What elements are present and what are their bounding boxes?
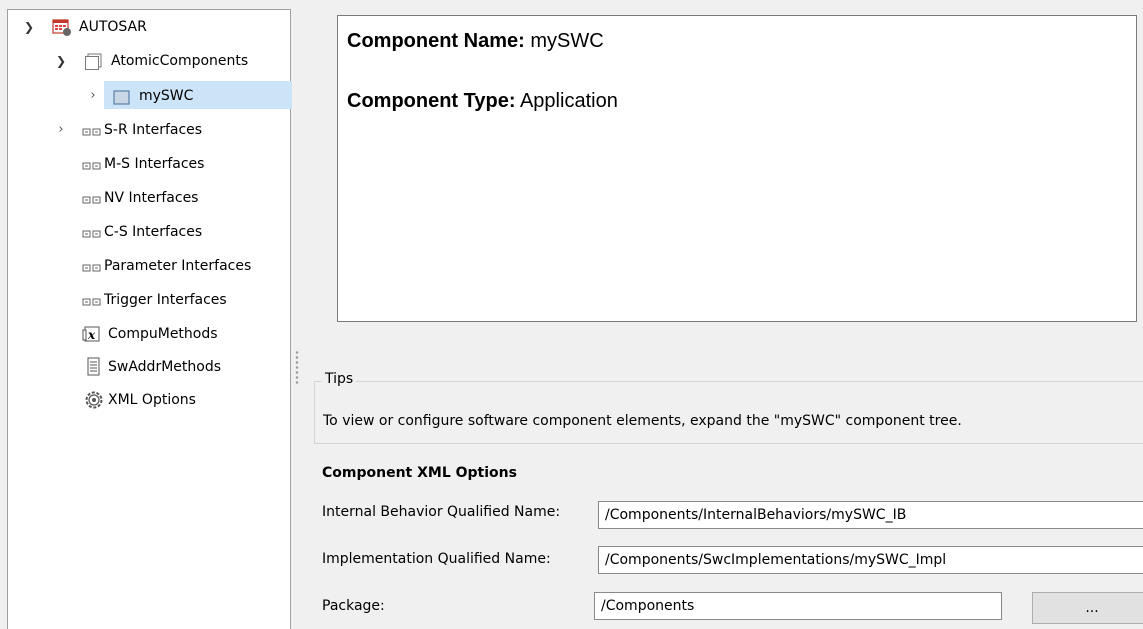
tree-node-label: mySWC [139, 88, 194, 104]
component-name-label: Component Name: [347, 30, 525, 52]
implementation-label: Implementation Qualified Name: [322, 551, 551, 567]
package-icon [84, 53, 102, 70]
tree-node-parameter-interfaces[interactable]: Parameter Interfaces [82, 252, 292, 280]
document-icon [86, 357, 104, 376]
tree-node-label: Parameter Interfaces [104, 258, 252, 274]
xml-options-title: Component XML Options [322, 465, 517, 481]
component-icon [113, 88, 131, 105]
chevron-right-icon[interactable]: › [86, 82, 100, 110]
tree-node-label: Trigger Interfaces [104, 292, 227, 308]
component-name-value: mySWC [524, 30, 604, 52]
internal-behavior-input[interactable]: /Components/InternalBehaviors/mySWC_IB [598, 501, 1143, 529]
svg-text:x: x [87, 328, 96, 342]
tree-node-compumethods[interactable]: x CompuMethods [82, 320, 292, 348]
component-summary-panel: Component Name: mySWC Component Type: Ap… [337, 15, 1137, 322]
tree-node-nv-interfaces[interactable]: NV Interfaces [82, 184, 292, 212]
tree-node-sr-interfaces[interactable]: › S-R Interfaces [54, 116, 292, 144]
tree-node-trigger-interfaces[interactable]: Trigger Interfaces [82, 286, 292, 314]
splitter-handle[interactable] [295, 350, 299, 384]
interface-icon [82, 292, 101, 308]
tree-node-swaddrmethods[interactable]: SwAddrMethods [82, 353, 292, 381]
component-name-line: Component Name: mySWC [347, 30, 604, 53]
interface-icon [82, 258, 101, 274]
browse-package-button[interactable]: ... [1032, 592, 1143, 624]
chevron-down-icon[interactable]: ❯ [22, 13, 36, 41]
selection-highlight [104, 81, 292, 109]
tree-node-atomic-components[interactable]: ❯ AtomicComponents [54, 47, 292, 75]
interface-icon [82, 190, 101, 206]
component-type-label: Component Type: [347, 90, 516, 112]
interface-icon [82, 224, 101, 240]
chevron-right-icon[interactable]: › [54, 116, 68, 144]
tree-node-label: S-R Interfaces [104, 122, 203, 138]
tree-node-label: XML Options [108, 392, 196, 408]
tips-group: Tips To view or configure software compo… [314, 371, 1143, 444]
package-label: Package: [322, 598, 385, 614]
tree-node-label: SwAddrMethods [108, 359, 221, 375]
tree-node-autosar[interactable]: ❯ AUTOSAR [22, 13, 292, 41]
tree-node-cs-interfaces[interactable]: C-S Interfaces [82, 218, 292, 246]
gear-icon [84, 390, 103, 409]
interface-icon [82, 122, 101, 138]
tree-node-label: AUTOSAR [79, 19, 147, 35]
tree-node-myswc[interactable]: › mySWC [86, 79, 292, 110]
implementation-input[interactable]: /Components/SwcImplementations/mySWC_Imp… [598, 546, 1143, 574]
tree-node-label: CompuMethods [108, 326, 218, 342]
tree-node-label: NV Interfaces [104, 190, 199, 206]
tree-node-xml-options[interactable]: XML Options [82, 386, 292, 414]
tree-panel: ❯ AUTOSAR ❯ AtomicComponents › mySWC › S… [7, 9, 292, 629]
package-input[interactable]: /Components [594, 592, 1002, 620]
chevron-down-icon[interactable]: ❯ [54, 47, 68, 75]
component-type-value: Application [515, 90, 618, 112]
tree-node-label: AtomicComponents [111, 53, 249, 69]
tree-node-ms-interfaces[interactable]: M-S Interfaces [82, 150, 292, 178]
autosar-app-icon [52, 19, 71, 36]
tree-node-label: C-S Interfaces [104, 224, 203, 240]
interface-icon [82, 156, 101, 172]
component-type-line: Component Type: Application [347, 90, 618, 113]
compu-method-icon: x [82, 324, 100, 342]
tree-node-label: M-S Interfaces [104, 156, 205, 172]
internal-behavior-label: Internal Behavior Qualified Name: [322, 504, 561, 520]
tips-text: To view or configure software component … [323, 413, 962, 429]
tips-legend: Tips [322, 371, 357, 387]
